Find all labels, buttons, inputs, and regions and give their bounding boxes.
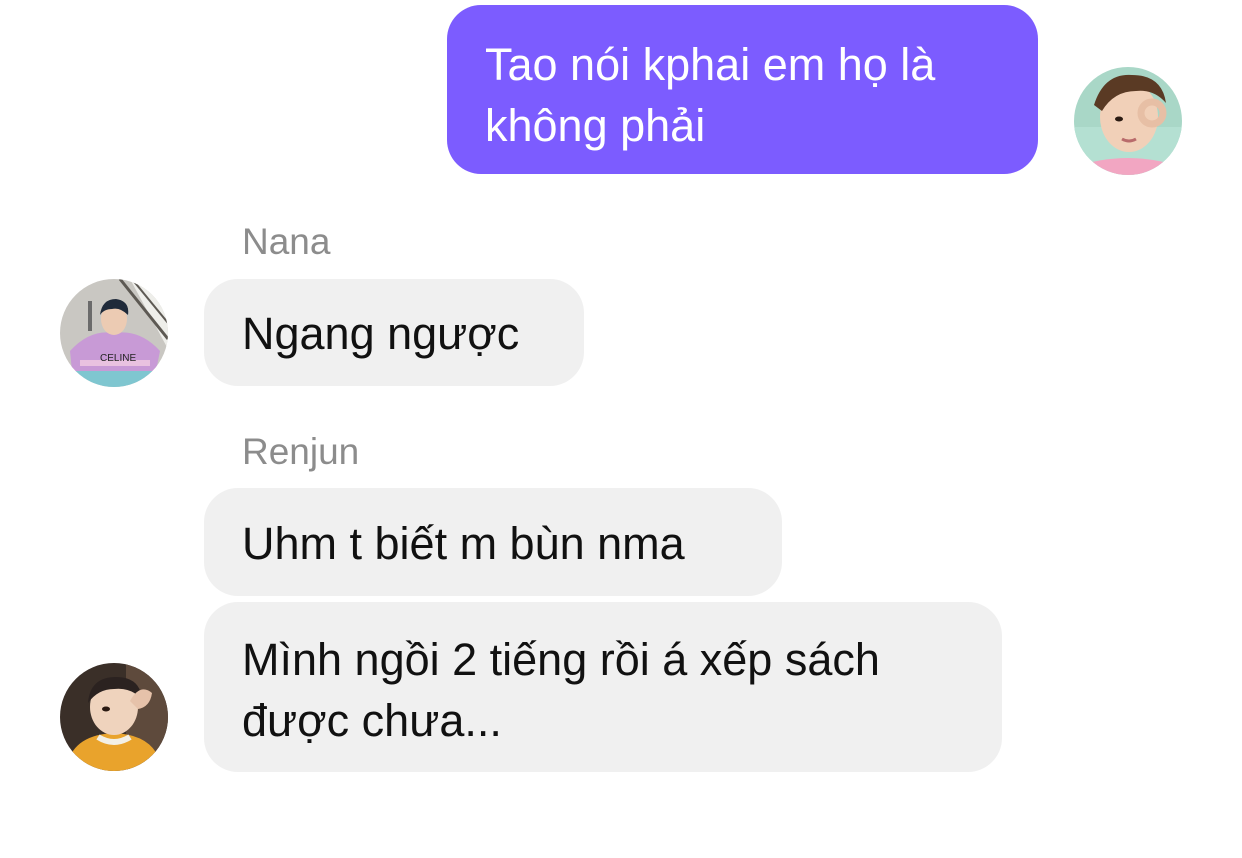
self-avatar[interactable]: [1074, 67, 1182, 175]
sender-name-nana: Nana: [242, 221, 331, 262]
incoming-message-bubble[interactable]: Ngang ngược: [204, 279, 584, 386]
avatar-photo: [1074, 67, 1182, 175]
message-text: Ngang ngược: [242, 308, 520, 359]
message-text: Mình ngồi 2 tiếng rồi á xếp sách được ch…: [242, 634, 880, 746]
incoming-message-bubble[interactable]: Mình ngồi 2 tiếng rồi á xếp sách được ch…: [204, 602, 1002, 772]
sender-name-renjun: Renjun: [242, 431, 360, 472]
message-text: Tao nói kphai em họ là không phải: [485, 39, 936, 151]
message-text: Uhm t biết m bùn nma: [242, 518, 685, 569]
renjun-avatar[interactable]: [60, 663, 168, 771]
shirt-text: CELINE: [100, 353, 136, 364]
avatar-photo: [60, 663, 168, 771]
avatar-photo: CELINE: [60, 279, 168, 387]
outgoing-message-bubble[interactable]: Tao nói kphai em họ là không phải: [447, 5, 1038, 174]
incoming-message-bubble[interactable]: Uhm t biết m bùn nma: [204, 488, 782, 596]
nana-avatar[interactable]: CELINE: [60, 279, 168, 387]
